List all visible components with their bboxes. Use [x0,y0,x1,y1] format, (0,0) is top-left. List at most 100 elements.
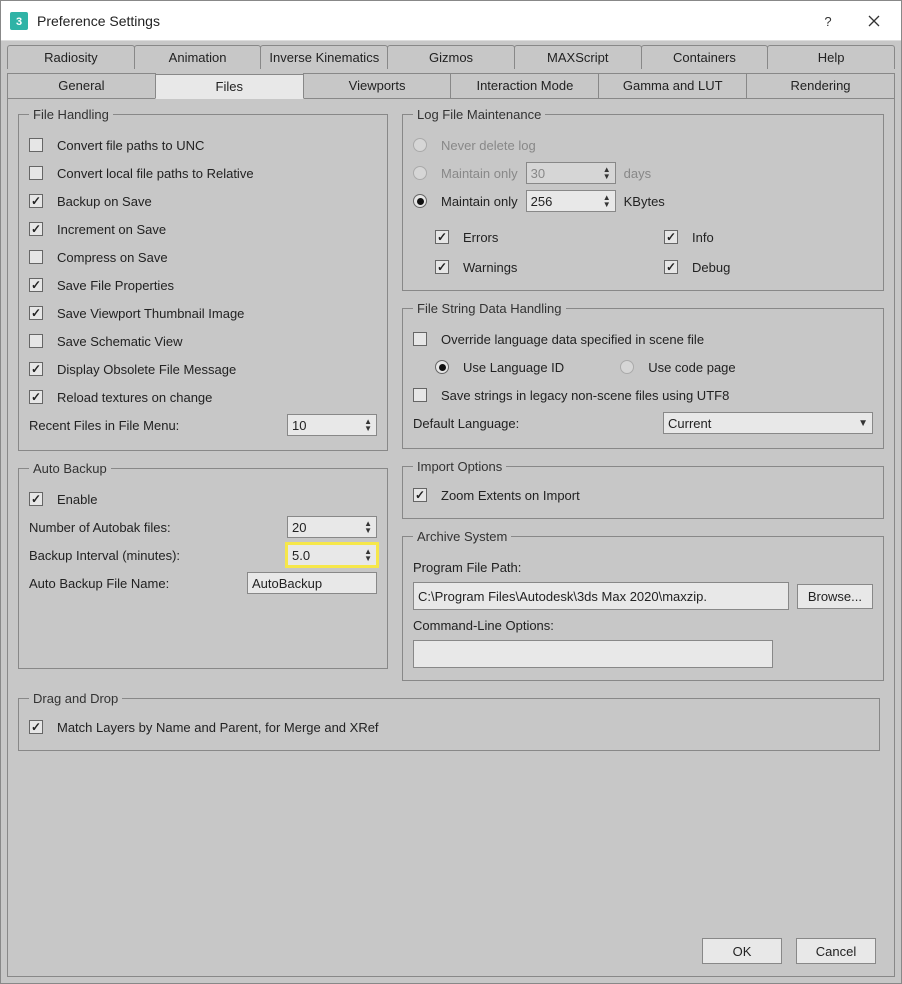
backup-interval-value: 5.0 [292,548,360,563]
rb-use-lang-id[interactable] [435,360,449,374]
cb-compress-on-save[interactable] [29,250,43,264]
tab-help[interactable]: Help [767,45,895,69]
legend-log-maintenance: Log File Maintenance [413,107,545,122]
preference-settings-window: 3 Preference Settings ? Radiosity Animat… [0,0,902,984]
tab-general[interactable]: General [7,73,156,98]
cb-increment-on-save[interactable] [29,222,43,236]
tab-viewports[interactable]: Viewports [303,73,452,98]
tabs-row-bottom: General Files Viewports Interaction Mode… [7,73,895,98]
field-backup-filename[interactable]: AutoBackup [247,572,377,594]
field-cmd-options[interactable] [413,640,773,668]
legend-archive: Archive System [413,529,511,544]
tab-rendering[interactable]: Rendering [746,73,895,98]
cb-zoom-extents[interactable] [413,488,427,502]
lbl-warnings: Warnings [463,260,517,275]
tab-interaction-mode[interactable]: Interaction Mode [450,73,599,98]
lbl-save-viewport-thumb: Save Viewport Thumbnail Image [57,306,244,321]
lbl-use-lang-id: Use Language ID [463,360,564,375]
spinner-num-autobak[interactable]: 20 ▲▼ [287,516,377,538]
tab-containers[interactable]: Containers [641,45,769,69]
spinner-arrows-icon: ▲▼ [364,548,372,562]
close-button[interactable] [851,2,897,40]
chevron-down-icon: ▼ [858,418,868,429]
cb-log-errors[interactable] [435,230,449,244]
cb-save-file-properties[interactable] [29,278,43,292]
group-file-handling: File Handling Convert file paths to UNC … [18,107,388,451]
lbl-maintain-kb: Maintain only [441,194,518,209]
tab-inverse-kinematics[interactable]: Inverse Kinematics [260,45,388,69]
rb-use-code-page[interactable] [620,360,634,374]
maintain-days-value: 30 [531,166,599,181]
legend-import-options: Import Options [413,459,506,474]
group-import-options: Import Options Zoom Extents on Import [402,459,884,519]
cb-save-utf8[interactable] [413,388,427,402]
lbl-kb-suffix: KBytes [624,194,665,209]
cb-log-warnings[interactable] [435,260,449,274]
group-file-string-handling: File String Data Handling Override langu… [402,301,884,449]
dialog-footer: OK Cancel [702,938,876,964]
lbl-enable: Enable [57,492,97,507]
lbl-match-layers: Match Layers by Name and Parent, for Mer… [57,720,379,735]
cb-backup-on-save[interactable] [29,194,43,208]
cb-override-lang[interactable] [413,332,427,346]
cancel-button[interactable]: Cancel [796,938,876,964]
tab-gizmos[interactable]: Gizmos [387,45,515,69]
spinner-maintain-days[interactable]: 30 ▲▼ [526,162,616,184]
maintain-kb-value: 256 [531,194,599,209]
rb-maintain-days[interactable] [413,166,427,180]
spinner-maintain-kb[interactable]: 256 ▲▼ [526,190,616,212]
cb-convert-unc[interactable] [29,138,43,152]
rb-never-delete[interactable] [413,138,427,152]
lbl-override-lang: Override language data specified in scen… [441,332,704,347]
cb-display-obsolete[interactable] [29,362,43,376]
tab-files[interactable]: Files [155,74,304,99]
help-button[interactable]: ? [805,2,851,40]
lbl-save-utf8: Save strings in legacy non-scene files u… [441,388,729,403]
cb-save-viewport-thumb[interactable] [29,306,43,320]
tab-maxscript[interactable]: MAXScript [514,45,642,69]
select-default-lang[interactable]: Current ▼ [663,412,873,434]
ok-button[interactable]: OK [702,938,782,964]
lbl-debug: Debug [692,260,730,275]
lbl-compress-on-save: Compress on Save [57,250,168,265]
browse-button[interactable]: Browse... [797,584,873,609]
spinner-backup-interval[interactable]: 5.0 ▲▼ [287,544,377,566]
field-program-path[interactable]: C:\Program Files\Autodesk\3ds Max 2020\m… [413,582,789,610]
lbl-save-file-properties: Save File Properties [57,278,174,293]
lbl-convert-unc: Convert file paths to UNC [57,138,204,153]
app-icon: 3 [9,11,29,31]
cb-log-info[interactable] [664,230,678,244]
lbl-program-path: Program File Path: [413,560,521,575]
group-drag-drop: Drag and Drop Match Layers by Name and P… [18,691,880,751]
cb-reload-textures[interactable] [29,390,43,404]
backup-filename-value: AutoBackup [252,576,322,591]
lbl-zoom-extents: Zoom Extents on Import [441,488,580,503]
lbl-increment-on-save: Increment on Save [57,222,166,237]
recent-files-value: 10 [292,418,360,433]
group-auto-backup: Auto Backup Enable Number of Autobak fil… [18,461,388,669]
cb-log-debug[interactable] [664,260,678,274]
cb-convert-relative[interactable] [29,166,43,180]
legend-drag-drop: Drag and Drop [29,691,122,706]
lbl-days-suffix: days [624,166,651,181]
spinner-arrows-icon: ▲▼ [364,520,372,534]
rb-maintain-kb[interactable] [413,194,427,208]
tab-gamma-lut[interactable]: Gamma and LUT [598,73,747,98]
legend-auto-backup: Auto Backup [29,461,111,476]
legend-file-handling: File Handling [29,107,113,122]
spinner-arrows-icon: ▲▼ [364,418,372,432]
num-autobak-value: 20 [292,520,360,535]
tab-animation[interactable]: Animation [134,45,262,69]
spinner-arrows-icon: ▲▼ [603,166,611,180]
lbl-info: Info [692,230,714,245]
lbl-backup-filename: Auto Backup File Name: [29,576,239,591]
lbl-errors: Errors [463,230,498,245]
tab-panel: File Handling Convert file paths to UNC … [7,98,895,977]
cb-auto-backup-enable[interactable] [29,492,43,506]
lbl-cmd-options: Command-Line Options: [413,618,554,633]
cb-match-layers[interactable] [29,720,43,734]
tab-radiosity[interactable]: Radiosity [7,45,135,69]
spinner-recent-files[interactable]: 10 ▲▼ [287,414,377,436]
lbl-recent-files: Recent Files in File Menu: [29,418,279,433]
cb-save-schematic-view[interactable] [29,334,43,348]
